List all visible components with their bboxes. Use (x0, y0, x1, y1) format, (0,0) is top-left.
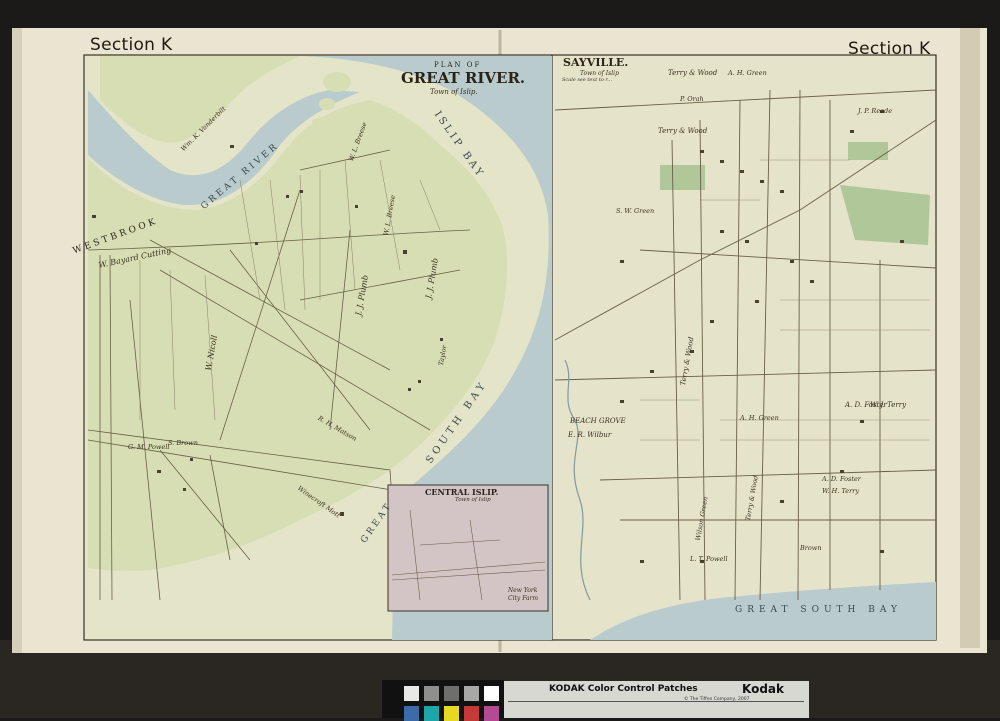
owner-label: P. Orah (680, 95, 704, 103)
sayville-scale: Scale see text to r... (562, 77, 613, 83)
owner-label: W. J. Terry (870, 401, 907, 409)
owner-label: J. P. Reade (858, 107, 893, 115)
section-label-left: Section K (90, 35, 173, 55)
great-river-title: GREAT RIVER. (401, 69, 526, 87)
owner-label: A. H. Green (728, 69, 767, 77)
kodak-brand-text: KODAK Color Control Patches (549, 684, 698, 694)
kodak-logo: Kodak (742, 682, 784, 696)
owner-label: Terry & Wood (658, 127, 708, 135)
owner-label: G. M. Powell (128, 443, 170, 451)
new-york-label: New York (508, 587, 538, 594)
color-patch (444, 706, 459, 721)
owner-label: W. H. Terry (822, 487, 860, 495)
kodak-label-bar: KODAK Color Control Patches Kodak © The … (504, 681, 809, 718)
color-patch (424, 706, 439, 721)
beach-grove-label: BEACH GROVE (570, 417, 626, 425)
atlas-page-scene: Section K Section K PLAN OF GREAT RIVER.… (0, 0, 1000, 721)
color-patch (404, 706, 419, 721)
owner-label: Brown (800, 544, 822, 552)
central-islip-title: CENTRAL ISLIP. (425, 487, 499, 497)
owner-label: Terry & Wood (668, 69, 718, 77)
color-patch (484, 686, 499, 701)
owner-label: A. H. Green (740, 414, 779, 422)
color-patch (424, 686, 439, 701)
city-farm-label: City Farm (508, 595, 539, 602)
great-south-bay-label: GREAT SOUTH BAY (735, 605, 902, 615)
color-patch (464, 706, 479, 721)
owner-label: L. T. Powell (690, 555, 728, 563)
owner-label: A. D. Foster (822, 475, 861, 483)
owner-label: S. W. Green (616, 207, 655, 215)
color-patch (484, 706, 499, 721)
owner-label: E. R. Wilbur (568, 431, 612, 439)
kodak-color-strip: KODAK Color Control Patches Kodak © The … (382, 648, 812, 721)
central-islip-subtitle: Town of Islip (455, 497, 491, 503)
color-patch (444, 686, 459, 701)
great-river-subtitle: Town of Islip. (430, 88, 478, 96)
sayville-title: SAYVILLE. (563, 56, 629, 69)
owner-label: S. Brown (168, 439, 198, 447)
great-river-plan-of: PLAN OF (434, 61, 482, 69)
color-patch (464, 686, 479, 701)
section-label-right: Section K (848, 39, 931, 59)
color-patch (404, 686, 419, 701)
